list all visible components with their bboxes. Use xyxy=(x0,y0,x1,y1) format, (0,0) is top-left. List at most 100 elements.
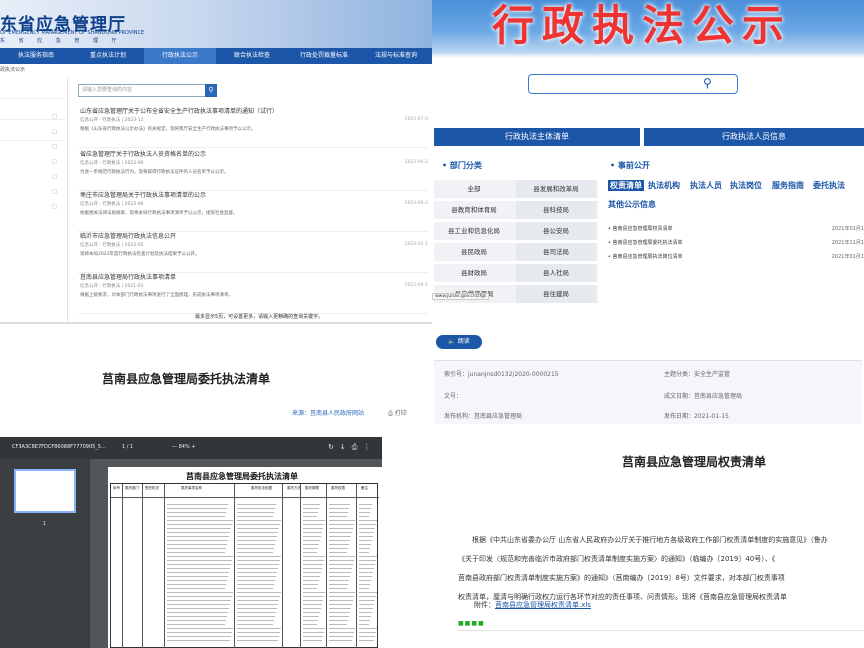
doc-text-line xyxy=(303,600,323,601)
dept-item[interactable]: 县教育和体育局 xyxy=(434,201,514,219)
category-tab-active[interactable]: 权责清单 xyxy=(608,180,644,191)
breadcrumb[interactable]: 政执法公示 xyxy=(0,66,25,73)
list-item[interactable]: 临沂市应急管理局行政执法信息公开 信息公开 · 行政执法 | 2023-05 现… xyxy=(78,231,428,273)
tab-enforcement-subjects[interactable]: 行政执法主体清单 xyxy=(434,128,640,146)
nav-item[interactable]: 执法服务指南 xyxy=(0,48,72,64)
nav-item[interactable]: 行政处罚裁量标准 xyxy=(288,48,360,64)
doc-text-line xyxy=(303,532,322,533)
search-button[interactable]: ⚲ xyxy=(205,84,217,97)
nav-item[interactable]: 重点执法计划 xyxy=(72,48,144,64)
more-icon[interactable]: ⋮ xyxy=(363,443,376,451)
search-icon[interactable]: ⚲ xyxy=(703,76,712,90)
doc-icon: □ xyxy=(52,189,57,195)
category-tab[interactable]: 委托执法 xyxy=(813,180,845,191)
dept-item[interactable]: 全部 xyxy=(434,180,514,198)
print-button[interactable]: ⎙ 打印 xyxy=(388,408,407,418)
dept-item[interactable]: 县公安局 xyxy=(516,222,596,240)
nav-item-active[interactable]: 行政执法公示 xyxy=(144,48,216,64)
doc-text-line xyxy=(303,588,317,589)
doc-text-line xyxy=(167,536,229,537)
list-item-title[interactable]: 临沂市应急管理局行政执法信息公开 xyxy=(80,231,176,240)
dept-item[interactable]: 县工业和信息化局 xyxy=(434,222,514,240)
doc-text-line xyxy=(359,628,377,629)
doc-text-line xyxy=(329,544,349,545)
news-date: 2021年01月1 xyxy=(831,254,864,260)
list-item-title[interactable]: 莒南县应急管理局行政执法事项清单 xyxy=(80,272,176,281)
dept-item[interactable]: 县财政局 xyxy=(434,264,514,282)
notice-heading: • 事前公开 xyxy=(610,161,650,170)
dept-item[interactable]: 县发展和改革局 xyxy=(516,180,596,198)
doc-text-line xyxy=(329,552,347,553)
list-item-meta: 信息公开 · 行政执法 | 2023-06 xyxy=(80,202,144,207)
read-aloud-button[interactable]: 🔈 朗读 xyxy=(436,335,482,349)
category-tab[interactable]: 其他公示信息 xyxy=(608,199,656,210)
rotate-icon[interactable]: ↻ xyxy=(328,443,340,451)
category-tab[interactable]: 执法岗位 xyxy=(730,180,762,191)
doc-text-line xyxy=(329,560,354,561)
body-line: 莒南县政府部门权责清单制度实施方案》的通知》（莒南编办〔2019〕8号）文件要求… xyxy=(458,574,785,582)
list-item-title[interactable]: 山东省应急管理厅关于公布全省安全生产行政执法事项清单的通知（试行） xyxy=(80,106,278,115)
doc-text-line xyxy=(167,636,231,637)
list-item-meta: 信息公开 · 行政执法 | 2023-05 xyxy=(80,243,144,248)
download-icon[interactable]: ↓ xyxy=(340,443,352,451)
list-item[interactable]: 枣庄市应急管理局关于行政执法事项清单的公示 信息公开 · 行政执法 | 2023… xyxy=(78,190,428,232)
doc-text-line xyxy=(359,520,377,521)
doc-text-line xyxy=(167,608,229,609)
meta-publisher: 发布机构：莒南县应急管理局 xyxy=(444,413,523,420)
doc-text-line xyxy=(329,548,348,549)
pdf-viewer: CF3A3C8E7FDCF86088F7770905_5... 1 / 1 — … xyxy=(0,437,382,648)
dept-item[interactable]: 县人社局 xyxy=(516,264,596,282)
doc-text-line xyxy=(167,508,227,509)
doc-text-line xyxy=(237,592,281,593)
list-item[interactable]: 莒南县应急管理局行政执法事项清单 信息公开 · 行政执法 | 2021-01 根… xyxy=(78,272,428,314)
category-tab[interactable]: 执法机构 xyxy=(648,180,680,191)
meta-pub-date: 发布日期：2021-01-15 xyxy=(664,413,729,420)
doc-text-line xyxy=(237,604,278,605)
dept-item[interactable]: 县司法局 xyxy=(516,243,596,261)
list-item-title[interactable]: 枣庄市应急管理局关于行政执法事项清单的公示 xyxy=(80,190,206,199)
doc-text-line xyxy=(167,620,226,621)
dept-row: 县工业和信息化局 县公安局 xyxy=(434,222,598,240)
news-item[interactable]: • 莒南县应急管理局权责清单 2021年01月1 xyxy=(608,225,864,232)
dept-item[interactable]: 县科技局 xyxy=(516,201,596,219)
print-icon[interactable]: ⎙ xyxy=(352,443,364,451)
search-input[interactable]: 请输入您要查询的内容 xyxy=(78,84,206,97)
doc-text-line xyxy=(329,504,350,505)
doc-text-line xyxy=(329,508,349,509)
doc-text-line xyxy=(303,552,317,553)
nav-item[interactable]: 联合执法检查 xyxy=(216,48,288,64)
pdf-zoom[interactable]: — 84% + xyxy=(172,444,196,450)
tab-enforcement-staff[interactable]: 行政执法人员信息 xyxy=(644,128,864,146)
dept-item[interactable]: 县民政局 xyxy=(434,243,514,261)
doc-text-line xyxy=(359,524,376,525)
pdf-thumbnail[interactable] xyxy=(14,469,76,513)
nav-item[interactable]: 法规与标准查询 xyxy=(360,48,432,64)
doc-text-line xyxy=(303,564,323,565)
doc-text-line xyxy=(303,608,321,609)
pdf-thumbnail-number: 1 xyxy=(43,521,47,527)
divider xyxy=(0,140,66,141)
dept-item[interactable]: 县住建局 xyxy=(516,285,596,303)
share-icons[interactable]: ■■■■ xyxy=(458,620,485,627)
news-item[interactable]: • 莒南县应急管理局执法岗位清单 2021年01月1 xyxy=(608,253,864,260)
doc-text-line xyxy=(237,628,281,629)
list-item-title[interactable]: 省应急管理厅关于行政执法人员资格名单的公示 xyxy=(80,149,206,158)
article-meta-box: 索引号：junanjnsd0132/2020-0000215 主题分类：安全生产… xyxy=(434,360,862,424)
doc-column xyxy=(143,484,165,648)
news-item[interactable]: • 莒南县应急管理局委托执法清单 2021年11月1 xyxy=(608,239,864,246)
enforcement-banner: 行政执法公示 xyxy=(432,0,864,52)
doc-text-line xyxy=(237,636,279,637)
dept-row: 全部 县发展和改革局 xyxy=(434,180,598,198)
list-item[interactable]: 省应急管理厅关于行政执法人员资格名单的公示 信息公开 · 行政执法 | 2023… xyxy=(78,149,428,191)
list-item-date: 2023-06-2 xyxy=(404,160,428,165)
doc-text-line xyxy=(167,524,232,525)
category-tab[interactable]: 执法人员 xyxy=(690,180,722,191)
list-item[interactable]: 山东省应急管理厅关于公布全省安全生产行政执法事项清单的通知（试行） 信息公开 ·… xyxy=(78,106,428,148)
doc-text-line xyxy=(359,504,372,505)
doc-text-line xyxy=(329,616,349,617)
category-tab[interactable]: 服务指南 xyxy=(772,180,804,191)
attachment-link[interactable]: 莒南县应急管理局权责清单.xls xyxy=(495,601,591,609)
pdf-page-indicator[interactable]: 1 / 1 xyxy=(122,444,133,450)
doc-text-line xyxy=(167,548,226,549)
source-link[interactable]: 来源：莒南县人民政府网站 xyxy=(292,408,364,417)
